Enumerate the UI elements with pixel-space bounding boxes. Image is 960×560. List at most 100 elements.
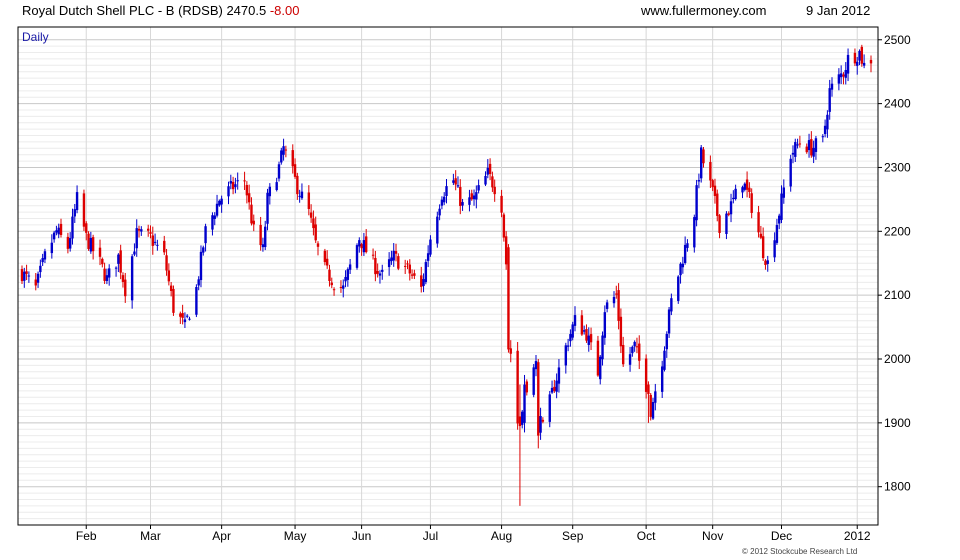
candle-body	[245, 185, 249, 196]
candle-body	[440, 199, 444, 206]
candle-body	[330, 282, 333, 286]
candle-body	[782, 187, 786, 198]
candle-body	[426, 253, 430, 261]
candle-body	[328, 269, 331, 282]
candle-body	[293, 164, 297, 177]
candle-body	[20, 269, 24, 282]
candle-body	[332, 289, 336, 291]
candle-body	[778, 215, 781, 224]
candle-body	[360, 244, 363, 249]
candle-body	[711, 180, 714, 188]
y-tick-label: 2000	[884, 352, 911, 366]
candles	[20, 44, 873, 506]
candle-body	[277, 164, 281, 179]
candle-body	[789, 158, 792, 187]
candle-body	[663, 350, 666, 370]
candle-body	[199, 251, 203, 281]
candle-body	[422, 279, 425, 286]
y-tick-label: 2500	[884, 33, 911, 47]
candle-body	[780, 193, 783, 220]
candle-body	[518, 416, 522, 427]
candle-body	[59, 223, 63, 235]
candle-body	[227, 186, 230, 197]
grid	[18, 27, 878, 525]
candle-body	[151, 235, 154, 246]
candle-body	[532, 367, 535, 395]
candle-body	[183, 319, 187, 323]
candle-body	[541, 419, 545, 422]
candle-body	[316, 243, 320, 247]
candle-body	[87, 233, 90, 249]
x-tick-label: Dec	[771, 529, 792, 543]
candle-body	[362, 240, 366, 253]
candle-body	[403, 265, 407, 267]
candle-body	[133, 251, 136, 255]
candle-body	[486, 167, 490, 175]
candle-body	[681, 263, 685, 268]
candle-body	[215, 203, 219, 216]
candle-body	[43, 251, 47, 260]
candle-body	[759, 233, 763, 238]
candle-body	[371, 254, 375, 256]
candle-body	[73, 209, 76, 217]
candle-body	[394, 251, 398, 254]
candle-body	[589, 334, 593, 343]
candle-body	[121, 275, 125, 283]
x-axis: Feb Mar Apr May Jun Jul Aug Sep Oct Nov Dec 2012	[76, 525, 871, 543]
candle-body	[537, 362, 540, 436]
candle-body	[569, 334, 572, 342]
candle-body	[796, 144, 799, 146]
candle-body	[693, 217, 696, 248]
candle-body	[718, 215, 721, 233]
candle-body	[700, 147, 703, 179]
candle-body	[25, 271, 28, 274]
x-tick-label: Apr	[212, 529, 231, 543]
candle-body	[564, 345, 568, 366]
candle-body	[169, 285, 173, 291]
candle-body	[635, 346, 639, 348]
y-tick-label: 2200	[884, 224, 911, 238]
candle-body	[348, 264, 352, 270]
candle-body	[605, 302, 609, 309]
candle-body	[307, 192, 311, 209]
candle-body	[853, 52, 857, 64]
x-tick-label: 2012	[844, 529, 871, 543]
candle-body	[812, 147, 815, 157]
candle-body	[502, 214, 506, 238]
candle-body	[280, 150, 283, 163]
candle-body	[839, 73, 843, 78]
candle-body	[172, 288, 175, 313]
candle-body	[358, 240, 361, 247]
y-tick-label: 2400	[884, 97, 911, 111]
candle-body	[135, 228, 138, 249]
candle-body	[470, 193, 473, 200]
candle-body	[507, 247, 510, 350]
candle-body	[156, 244, 159, 246]
y-tick-label: 1800	[884, 480, 911, 494]
candle-body	[633, 341, 636, 347]
x-tick-label: Feb	[76, 529, 97, 543]
candle-body	[741, 187, 744, 193]
candle-body	[612, 296, 616, 304]
candle-body	[729, 201, 733, 215]
candle-body	[748, 187, 751, 192]
candle-body	[587, 335, 590, 345]
candle-body	[599, 356, 602, 380]
candle-body	[36, 273, 40, 283]
candle-body	[869, 59, 873, 64]
candle-body	[179, 313, 182, 317]
candle-body	[119, 250, 122, 273]
candle-body	[52, 232, 56, 240]
candle-body	[342, 285, 345, 289]
candle-body	[392, 250, 395, 261]
candle-body	[509, 348, 512, 354]
candle-body	[580, 315, 584, 335]
candle-body	[521, 411, 524, 425]
candle-body	[523, 384, 526, 423]
candle-body	[149, 232, 152, 234]
candle-body	[408, 264, 411, 274]
candle-body	[732, 197, 735, 200]
candle-body	[250, 204, 253, 224]
candle-body	[459, 186, 462, 206]
candle-body	[381, 269, 384, 272]
